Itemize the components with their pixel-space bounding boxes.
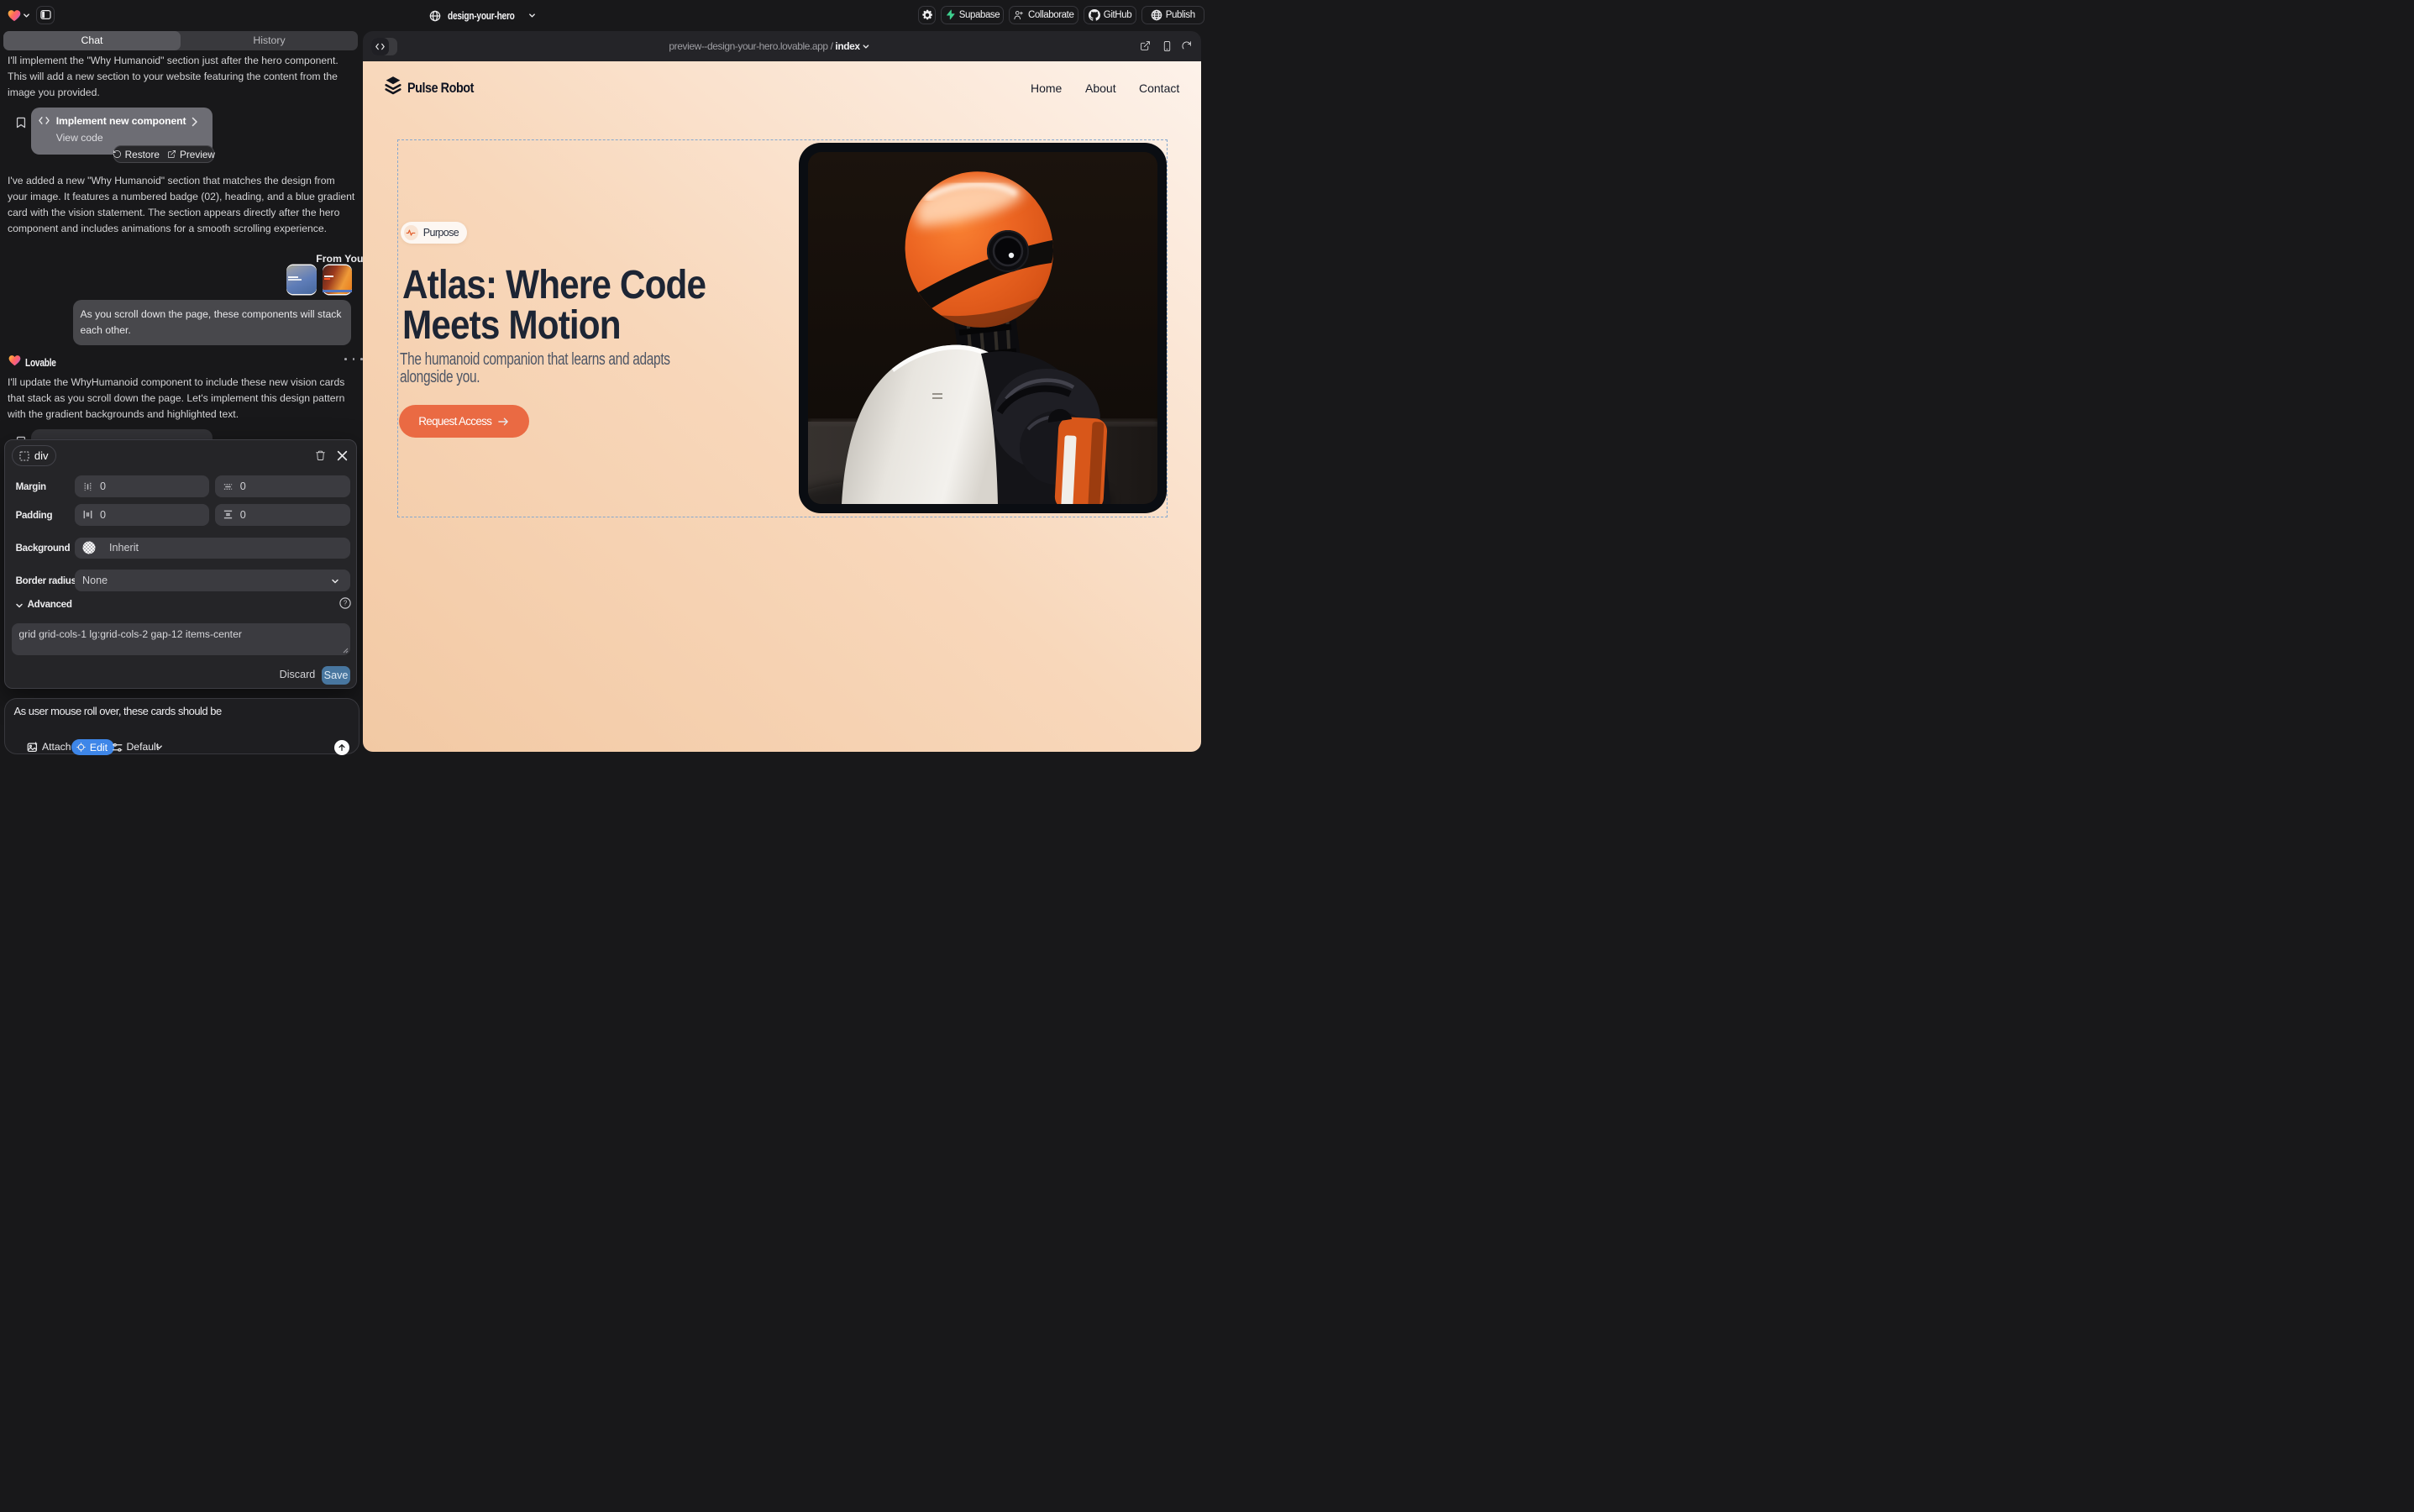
svg-text:?: ? — [343, 600, 347, 607]
